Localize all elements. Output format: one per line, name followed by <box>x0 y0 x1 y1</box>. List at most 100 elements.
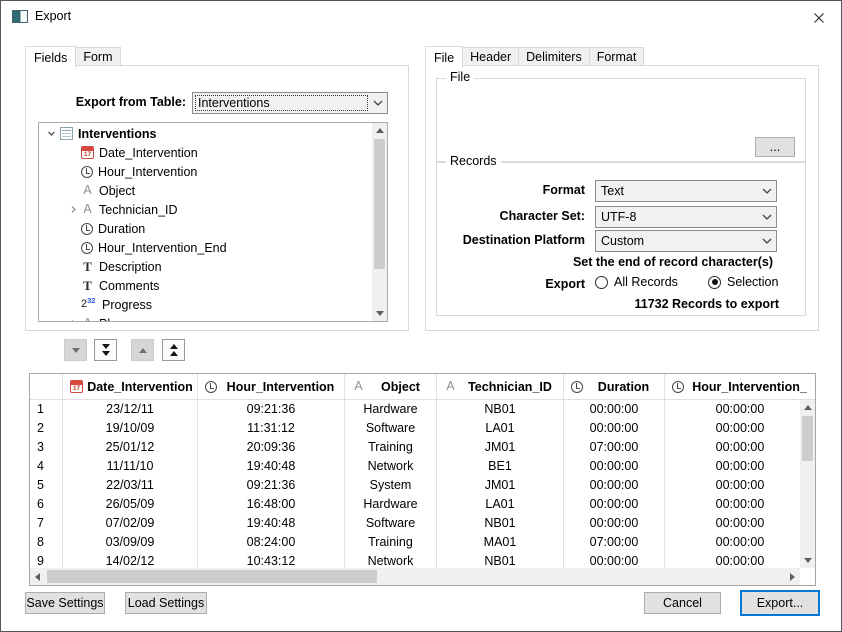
column-header-hour_intervention[interactable]: Hour_Intervention <box>198 374 345 399</box>
tree-item-label: Object <box>99 184 135 198</box>
column-header-hour_intervention_[interactable]: Hour_Intervention_ <box>665 374 815 399</box>
cancel-button[interactable]: Cancel <box>644 592 721 614</box>
tree-item-place[interactable]: APlace <box>39 314 372 322</box>
tab-file[interactable]: File <box>425 46 463 68</box>
table-row[interactable]: 626/05/0916:48:00HardwareLA0100:00:0000:… <box>30 495 815 514</box>
table-cell: JM01 <box>437 438 564 457</box>
scroll-left-icon[interactable] <box>30 569 45 584</box>
preview-vscrollbar-thumb[interactable] <box>802 416 813 461</box>
character-set-combobox[interactable]: UTF-8 <box>595 206 777 228</box>
scroll-down-icon[interactable] <box>372 306 387 321</box>
table-cell: Hardware <box>345 495 437 514</box>
selection-radio[interactable]: Selection <box>708 275 778 289</box>
file-group-label: File <box>446 70 474 84</box>
chevron-down-icon[interactable] <box>757 181 776 201</box>
column-header-duration[interactable]: Duration <box>564 374 665 399</box>
table-row[interactable]: 411/11/1019:40:48NetworkBE100:00:0000:00… <box>30 457 815 476</box>
preview-table: 17Date_InterventionHour_InterventionAObj… <box>29 373 816 586</box>
browse-button[interactable]: ... <box>755 137 795 157</box>
preview-vertical-scrollbar[interactable] <box>800 400 815 568</box>
preview-hscrollbar-thumb[interactable] <box>47 570 377 583</box>
table-cell: JM01 <box>437 476 564 495</box>
window-title: Export <box>35 9 71 23</box>
tree-item-hour_intervention[interactable]: Hour_Intervention <box>39 162 372 181</box>
scroll-right-icon[interactable] <box>785 569 800 584</box>
tree-item-duration[interactable]: Duration <box>39 219 372 238</box>
table-row[interactable]: 707/02/0919:40:48SoftwareNB0100:00:0000:… <box>30 514 815 533</box>
scroll-up-icon[interactable] <box>372 123 387 138</box>
tree-item-label: Date_Intervention <box>99 146 198 160</box>
export-dialog: Export Fields Form Export from Table: In… <box>0 0 842 632</box>
tree-item-label: Progress <box>102 298 152 312</box>
table-cell: 00:00:00 <box>564 514 665 533</box>
integer-icon: 232 <box>81 298 97 311</box>
load-settings-button[interactable]: Load Settings <box>125 592 207 614</box>
destination-platform-value: Custom <box>601 234 754 248</box>
table-cell: 00:00:00 <box>665 400 815 419</box>
close-button[interactable] <box>809 8 829 28</box>
export-button[interactable]: Export... <box>740 590 820 616</box>
tree-item-progress[interactable]: 232 Progress <box>39 295 372 314</box>
table-row[interactable]: 325/01/1220:09:36TrainingJM0107:00:0000:… <box>30 438 815 457</box>
tab-delimiters[interactable]: Delimiters <box>518 47 590 66</box>
column-header-label: Date_Intervention <box>83 380 197 394</box>
tree-item-comments[interactable]: TComments <box>39 276 372 295</box>
table-row[interactable]: 219/10/0911:31:12SoftwareLA0100:00:0000:… <box>30 419 815 438</box>
column-header-label: Object <box>365 380 436 394</box>
table-row[interactable]: 522/03/1109:21:36SystemJM0100:00:0000:00… <box>30 476 815 495</box>
table-row[interactable]: 803/09/0908:24:00TrainingMA0107:00:0000:… <box>30 533 815 552</box>
tree-item-interventions[interactable]: Interventions <box>39 124 372 143</box>
chevron-expanded-icon[interactable] <box>44 129 59 138</box>
tab-fields[interactable]: Fields <box>25 46 76 68</box>
save-settings-button[interactable]: Save Settings <box>25 592 105 614</box>
scroll-down-icon[interactable] <box>800 553 815 568</box>
table-cell: 00:00:00 <box>665 533 815 552</box>
column-header-label: Hour_Intervention_ <box>684 380 815 394</box>
move-down-button[interactable] <box>64 339 87 361</box>
move-all-down-button[interactable] <box>94 339 117 361</box>
tree-item-label: Comments <box>99 279 159 293</box>
column-header-technician_id[interactable]: ATechnician_ID <box>437 374 564 399</box>
table-row[interactable]: 914/02/1210:43:12NetworkNB0100:00:0000:0… <box>30 552 815 568</box>
preview-horizontal-scrollbar[interactable] <box>30 568 800 585</box>
chevron-down-icon[interactable] <box>757 231 776 251</box>
table-icon <box>60 127 73 140</box>
fields-form-tabgroup: Fields Form Export from Table: Intervent… <box>25 45 409 331</box>
tree-item-hour_intervention_end[interactable]: Hour_Intervention_End <box>39 238 372 257</box>
tree-item-technician_id[interactable]: ATechnician_ID <box>39 200 372 219</box>
tab-format[interactable]: Format <box>589 47 645 66</box>
chevron-down-icon[interactable] <box>368 93 387 113</box>
table-cell: LA01 <box>437 495 564 514</box>
tree-scrollbar-thumb[interactable] <box>374 139 385 269</box>
chevron-right-icon[interactable] <box>66 205 81 214</box>
table-cell: 09:21:36 <box>198 476 345 495</box>
table-cell: NB01 <box>437 552 564 568</box>
character-set-value: UTF-8 <box>601 210 754 224</box>
all-records-radio[interactable]: All Records <box>595 275 678 289</box>
table-select-combobox[interactable]: Interventions <box>192 92 388 114</box>
table-row[interactable]: 123/12/1109:21:36HardwareNB0100:00:0000:… <box>30 400 815 419</box>
destination-platform-combobox[interactable]: Custom <box>595 230 777 252</box>
table-cell: 23/12/11 <box>63 400 198 419</box>
format-combobox[interactable]: Text <box>595 180 777 202</box>
tree-item-description[interactable]: TDescription <box>39 257 372 276</box>
tree-scrollbar[interactable] <box>372 123 387 321</box>
chevron-right-icon[interactable] <box>66 319 81 322</box>
column-header-object[interactable]: AObject <box>345 374 437 399</box>
text-icon: T <box>81 260 94 273</box>
alpha-icon: A <box>81 317 94 322</box>
table-cell: 11/11/10 <box>63 457 198 476</box>
table-cell: NB01 <box>437 514 564 533</box>
scroll-up-icon[interactable] <box>800 400 815 415</box>
table-cell: 14/02/12 <box>63 552 198 568</box>
move-all-up-button[interactable] <box>162 339 185 361</box>
move-up-button[interactable] <box>131 339 154 361</box>
tree-item-object[interactable]: AObject <box>39 181 372 200</box>
chevron-down-icon[interactable] <box>757 207 776 227</box>
move-buttons-row <box>29 339 185 361</box>
tab-form[interactable]: Form <box>75 47 120 66</box>
field-tree: Interventions 17Date_InterventionHour_In… <box>38 122 388 322</box>
tab-header[interactable]: Header <box>462 47 519 66</box>
tree-item-date_intervention[interactable]: 17Date_Intervention <box>39 143 372 162</box>
column-header-date_intervention[interactable]: 17Date_Intervention <box>63 374 198 399</box>
